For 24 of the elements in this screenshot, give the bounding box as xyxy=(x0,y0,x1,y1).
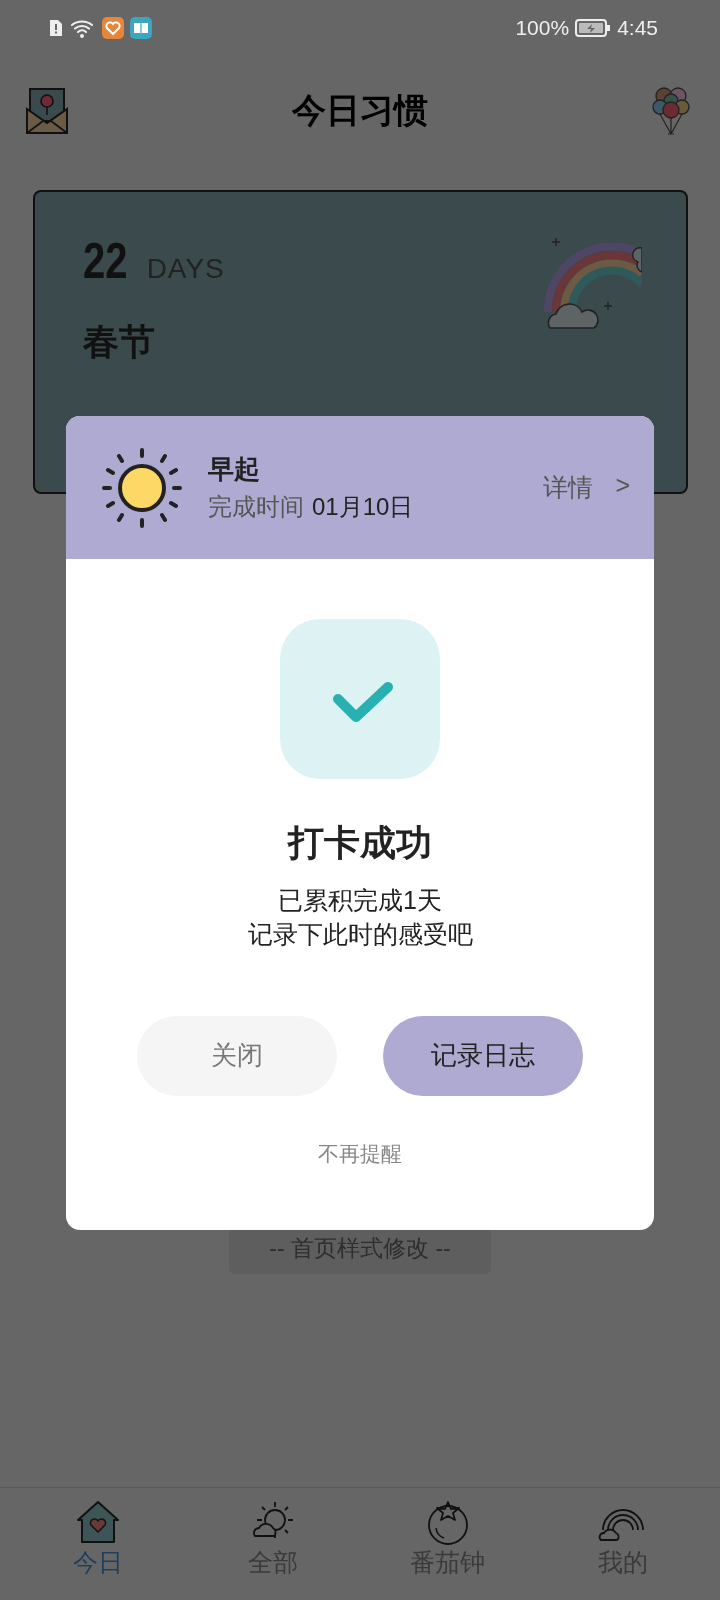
success-title: 打卡成功 xyxy=(288,821,432,865)
completion-label: 完成时间 xyxy=(208,492,304,522)
habit-name: 早起 xyxy=(208,453,261,486)
envelope-balloon-icon[interactable] xyxy=(26,87,68,135)
write-journal-button[interactable]: 记录日志 xyxy=(383,1015,583,1096)
battery-charging-icon xyxy=(575,18,612,38)
check-badge-icon xyxy=(280,619,440,779)
completion-date: 01月10日 xyxy=(312,492,414,522)
nav-tab[interactable]: 今日 xyxy=(32,1498,163,1600)
balloons-icon[interactable] xyxy=(652,86,690,136)
day-count: 22 xyxy=(83,232,128,290)
dont-remind-link[interactable]: 不再提醒 xyxy=(318,1139,402,1168)
close-button[interactable]: 关闭 xyxy=(137,1015,337,1096)
battery-percent: 100% xyxy=(515,16,570,40)
page-title: 今日习惯 xyxy=(292,90,428,131)
clock-time: 4:45 xyxy=(617,16,658,40)
book-app-icon xyxy=(130,17,152,39)
sun-icon xyxy=(100,445,184,530)
wifi-icon xyxy=(70,17,96,39)
event-name: 春节 xyxy=(83,320,156,364)
sim-alert-icon xyxy=(48,18,64,38)
heart-app-icon xyxy=(102,17,124,39)
message-line: 已累积完成1天 xyxy=(277,885,443,916)
message-line: 记录下此时的感受吧 xyxy=(247,918,473,950)
